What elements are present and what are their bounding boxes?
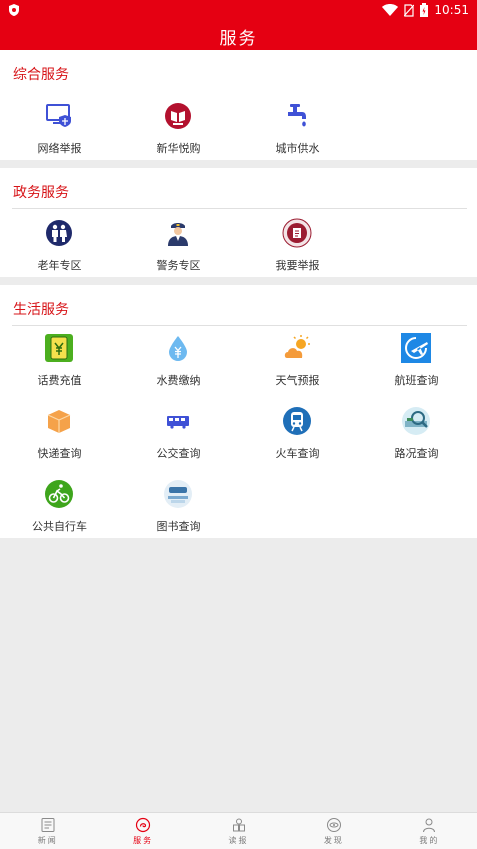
- bus-icon: [167, 416, 189, 429]
- service-flight[interactable]: 航班查询: [357, 333, 476, 397]
- service-phone-recharge[interactable]: 话费充值: [0, 333, 119, 397]
- service-water-bill[interactable]: 水费缴纳: [119, 333, 238, 397]
- newspaper-icon: [232, 818, 245, 832]
- service-xinhua-shop[interactable]: 新华悦购: [119, 101, 238, 165]
- service-weather[interactable]: 天气预报: [238, 333, 357, 397]
- discover-icon: [326, 818, 341, 832]
- status-time: 10:51: [434, 3, 469, 17]
- bicycle-icon: [45, 480, 73, 508]
- tab-label: 新闻: [37, 836, 58, 845]
- service-label: 话费充值: [37, 374, 82, 387]
- status-bar: 10:51: [0, 0, 477, 20]
- service-library[interactable]: 图书查询: [119, 479, 238, 543]
- service-label: 公共自行车: [32, 520, 87, 533]
- service-train[interactable]: 火车查询: [238, 406, 357, 470]
- section-title: 生活服务: [13, 302, 69, 318]
- service-icon: [136, 817, 151, 833]
- weather-icon: [284, 335, 310, 358]
- traffic-search-icon: [402, 407, 430, 435]
- service-label: 公交查询: [156, 447, 201, 460]
- profile-icon: [423, 818, 436, 833]
- bottom-tab-bar: 新闻 服务 读报 发现 我的: [0, 812, 477, 849]
- service-label: 快递查询: [37, 447, 82, 460]
- monitor-shield-icon: [46, 104, 71, 127]
- service-label: 水费缴纳: [156, 374, 201, 387]
- news-icon: [41, 818, 55, 832]
- section-life-services: 生活服务 话费充值 水费缴纳 天气预报 航班查询 快递查询 公交查询 火车查询 …: [0, 285, 477, 538]
- service-label: 城市供水: [275, 142, 320, 155]
- section-divider: [12, 325, 467, 326]
- page-title: 服务: [219, 29, 258, 49]
- tab-news[interactable]: 新闻: [0, 813, 95, 849]
- service-label: 航班查询: [394, 374, 439, 387]
- service-public-bicycle[interactable]: 公共自行车: [0, 479, 119, 543]
- tab-label: 发现: [323, 836, 344, 845]
- shield-notification-icon: [9, 4, 19, 16]
- status-icons: 10:51: [382, 2, 469, 18]
- battery-icon: [420, 3, 429, 17]
- service-label: 路况查询: [394, 447, 439, 460]
- service-bus[interactable]: 公交查询: [119, 406, 238, 470]
- tab-label: 我的: [419, 836, 440, 845]
- no-sim-icon: [404, 3, 415, 17]
- section-general-services: 综合服务 网络举报 新华悦购 城市供水: [0, 50, 477, 160]
- elderly-icon: [46, 220, 72, 246]
- service-traffic[interactable]: 路况查询: [357, 406, 476, 470]
- water-drop-icon: [169, 336, 187, 361]
- service-label: 我要举报: [275, 259, 320, 272]
- police-icon: [168, 223, 188, 246]
- service-label: 警务专区: [156, 259, 201, 272]
- service-label: 网络举报: [37, 142, 82, 155]
- service-express[interactable]: 快递查询: [0, 406, 119, 470]
- train-icon: [283, 407, 311, 435]
- service-label: 老年专区: [37, 259, 82, 272]
- wifi-icon: [382, 4, 399, 16]
- section-government-services: 政务服务 老年专区 警务专区 我要举报: [0, 168, 477, 277]
- tab-newspaper[interactable]: 读报: [191, 813, 286, 849]
- service-label: 火车查询: [275, 447, 320, 460]
- service-police-zone[interactable]: 警务专区: [119, 218, 238, 282]
- report-seal-icon: [282, 218, 312, 248]
- parcel-icon: [47, 410, 71, 433]
- library-icon: [164, 480, 192, 508]
- section-title: 政务服务: [13, 185, 69, 201]
- book-badge-icon: [165, 103, 191, 129]
- tab-label: 读报: [228, 836, 249, 845]
- tab-discover[interactable]: 发现: [286, 813, 381, 849]
- service-network-report[interactable]: 网络举报: [0, 101, 119, 165]
- service-elderly-zone[interactable]: 老年专区: [0, 218, 119, 282]
- section-divider: [12, 208, 467, 209]
- phone-recharge-icon: [45, 334, 73, 362]
- service-report[interactable]: 我要举报: [238, 218, 357, 282]
- tab-label: 服务: [133, 836, 154, 845]
- plane-icon: [401, 333, 431, 363]
- tab-service[interactable]: 服务: [95, 813, 190, 849]
- service-label: 图书查询: [156, 520, 201, 533]
- service-city-water[interactable]: 城市供水: [238, 101, 357, 165]
- tab-profile[interactable]: 我的: [382, 813, 477, 849]
- service-label: 天气预报: [275, 374, 320, 387]
- faucet-icon: [288, 104, 306, 127]
- app-bar: 服务: [0, 20, 477, 50]
- service-label: 新华悦购: [156, 142, 201, 155]
- section-title: 综合服务: [13, 67, 69, 83]
